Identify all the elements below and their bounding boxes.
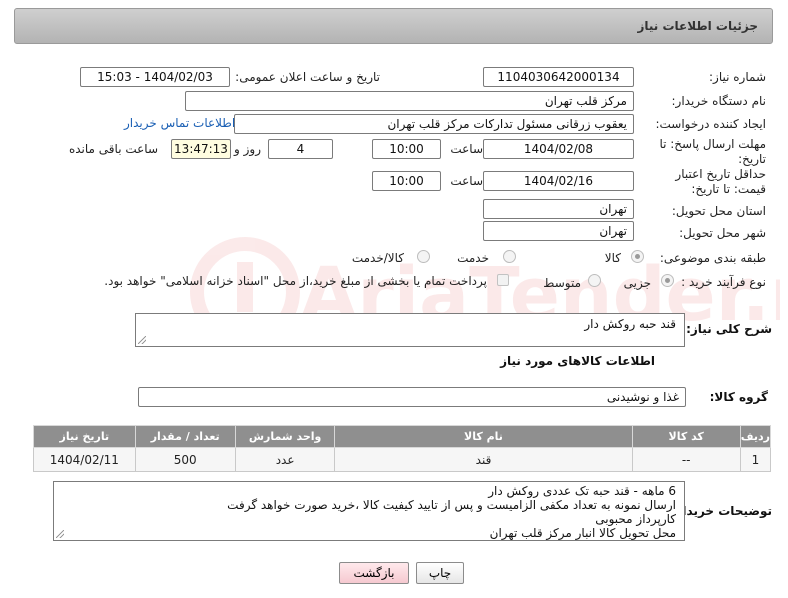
buyer-note-line: کارپرداز محبوبی — [595, 512, 676, 526]
creator-label: ایجاد کننده درخواست: — [655, 117, 766, 131]
page-title: جزئیات اطلاعات نیاز — [637, 19, 758, 33]
resize-handle-icon[interactable] — [56, 530, 64, 538]
process-radio-medium[interactable] — [588, 274, 601, 287]
announce-date-label: تاریخ و ساعت اعلان عمومی: — [235, 70, 380, 84]
reply-time-label: ساعت — [450, 142, 483, 156]
buyer-note-line: 6 ماهه - قند حبه تک عددی روکش دار — [488, 484, 676, 498]
city-field[interactable]: تهران — [483, 221, 634, 241]
buyer-org-field[interactable]: مرکز قلب تهران — [185, 91, 634, 111]
remaining-days-field[interactable]: 4 — [268, 139, 333, 159]
table-row[interactable]: 1 -- قند عدد 500 1404/02/11 — [33, 447, 772, 472]
column-header-row-number: ردیف — [739, 425, 772, 448]
validity-time-field[interactable]: 10:00 — [372, 171, 441, 191]
category-option-both: کالا/خدمت — [351, 251, 404, 265]
validity-time-label: ساعت — [450, 174, 483, 188]
print-button[interactable]: چاپ — [416, 562, 464, 584]
goods-group-field[interactable]: غذا و نوشیدنی — [138, 387, 686, 407]
column-header-need-date: تاریخ نیاز — [33, 425, 136, 448]
validity-date-field[interactable]: 1404/02/16 — [483, 171, 634, 191]
days-label: روز و — [234, 142, 261, 156]
province-field[interactable]: تهران — [483, 199, 634, 219]
cell-unit: عدد — [234, 447, 336, 472]
cell-name: قند — [334, 447, 633, 472]
city-label: شهر محل تحویل: — [679, 226, 766, 240]
treasury-payment-checkbox[interactable] — [497, 274, 509, 286]
category-radio-service[interactable] — [503, 250, 516, 263]
buyer-contact-link[interactable]: اطلاعات تماس خریدار — [124, 116, 235, 130]
buyer-note-line: محل تحویل کالا انبار مرکز قلب تهران — [489, 526, 676, 540]
category-option-goods: کالا — [604, 251, 621, 265]
goods-group-label: گروه کالا: — [709, 390, 768, 404]
goods-section-title: اطلاعات کالاهای مورد نیاز — [500, 354, 655, 368]
category-radio-both[interactable] — [417, 250, 430, 263]
process-radio-minor[interactable] — [661, 274, 674, 287]
cell-quantity: 500 — [134, 447, 236, 472]
cell-row-number: 1 — [739, 447, 772, 472]
category-option-service: خدمت — [457, 251, 489, 265]
back-button[interactable]: بازگشت — [339, 562, 409, 584]
resize-handle-icon[interactable] — [138, 336, 146, 344]
cell-code: -- — [631, 447, 741, 472]
summary-label: شرح کلی نیاز: — [686, 322, 772, 336]
column-header-name: نام کالا — [334, 425, 633, 448]
column-header-code: کد کالا — [631, 425, 741, 448]
buyer-notes-label: توضیحات خریدار: — [670, 504, 772, 518]
need-number-label: شماره نیاز: — [709, 70, 766, 84]
process-option-medium: متوسط — [543, 276, 581, 290]
buyer-org-label: نام دستگاه خریدار: — [671, 94, 767, 108]
province-label: استان محل تحویل: — [671, 204, 766, 218]
remaining-time-field[interactable]: 13:47:13 — [171, 139, 231, 159]
category-label: طبقه بندی موضوعی: — [659, 251, 766, 265]
reply-date-field[interactable]: 1404/02/08 — [483, 139, 634, 159]
goods-table: ردیف کد کالا نام کالا واحد شمارش تعداد /… — [33, 425, 772, 472]
treasury-payment-note: پرداخت تمام یا بخشی از مبلغ خرید،از محل … — [104, 274, 487, 288]
creator-field[interactable]: یعقوب زرقانی مسئول تداركات مركز قلب تهرا… — [234, 114, 634, 134]
column-header-unit: واحد شمارش — [234, 425, 336, 448]
process-option-minor: جزیی — [623, 276, 651, 290]
remaining-time-label: ساعت باقی مانده — [68, 142, 158, 156]
column-header-quantity: تعداد / مقدار — [134, 425, 236, 448]
buyer-notes-textarea[interactable]: 6 ماهه - قند حبه تک عددی روکش دار ارسال … — [53, 481, 685, 541]
summary-text: قند حبه روکش دار — [584, 317, 676, 331]
price-validity-label: حداقل تاریخ اعتبار قیمت: تا تاریخ: — [675, 167, 766, 196]
announce-date-field[interactable]: 1404/02/03 - 15:03 — [80, 67, 230, 87]
summary-textarea[interactable]: قند حبه روکش دار — [135, 313, 685, 347]
cell-need-date: 1404/02/11 — [33, 447, 136, 472]
need-number-field[interactable]: 1104030642000134 — [483, 67, 634, 87]
category-radio-goods[interactable] — [631, 250, 644, 263]
table-header-row: ردیف کد کالا نام کالا واحد شمارش تعداد /… — [33, 425, 772, 448]
page-header: جزئیات اطلاعات نیاز — [14, 8, 773, 44]
reply-time-field[interactable]: 10:00 — [372, 139, 441, 159]
buyer-note-line: ارسال نمونه به تعداد مکفی الزامیست و پس … — [227, 498, 676, 512]
process-type-label: نوع فرآیند خرید : — [681, 275, 766, 289]
reply-deadline-label: مهلت ارسال پاسخ: تا تاریخ: — [659, 137, 766, 166]
